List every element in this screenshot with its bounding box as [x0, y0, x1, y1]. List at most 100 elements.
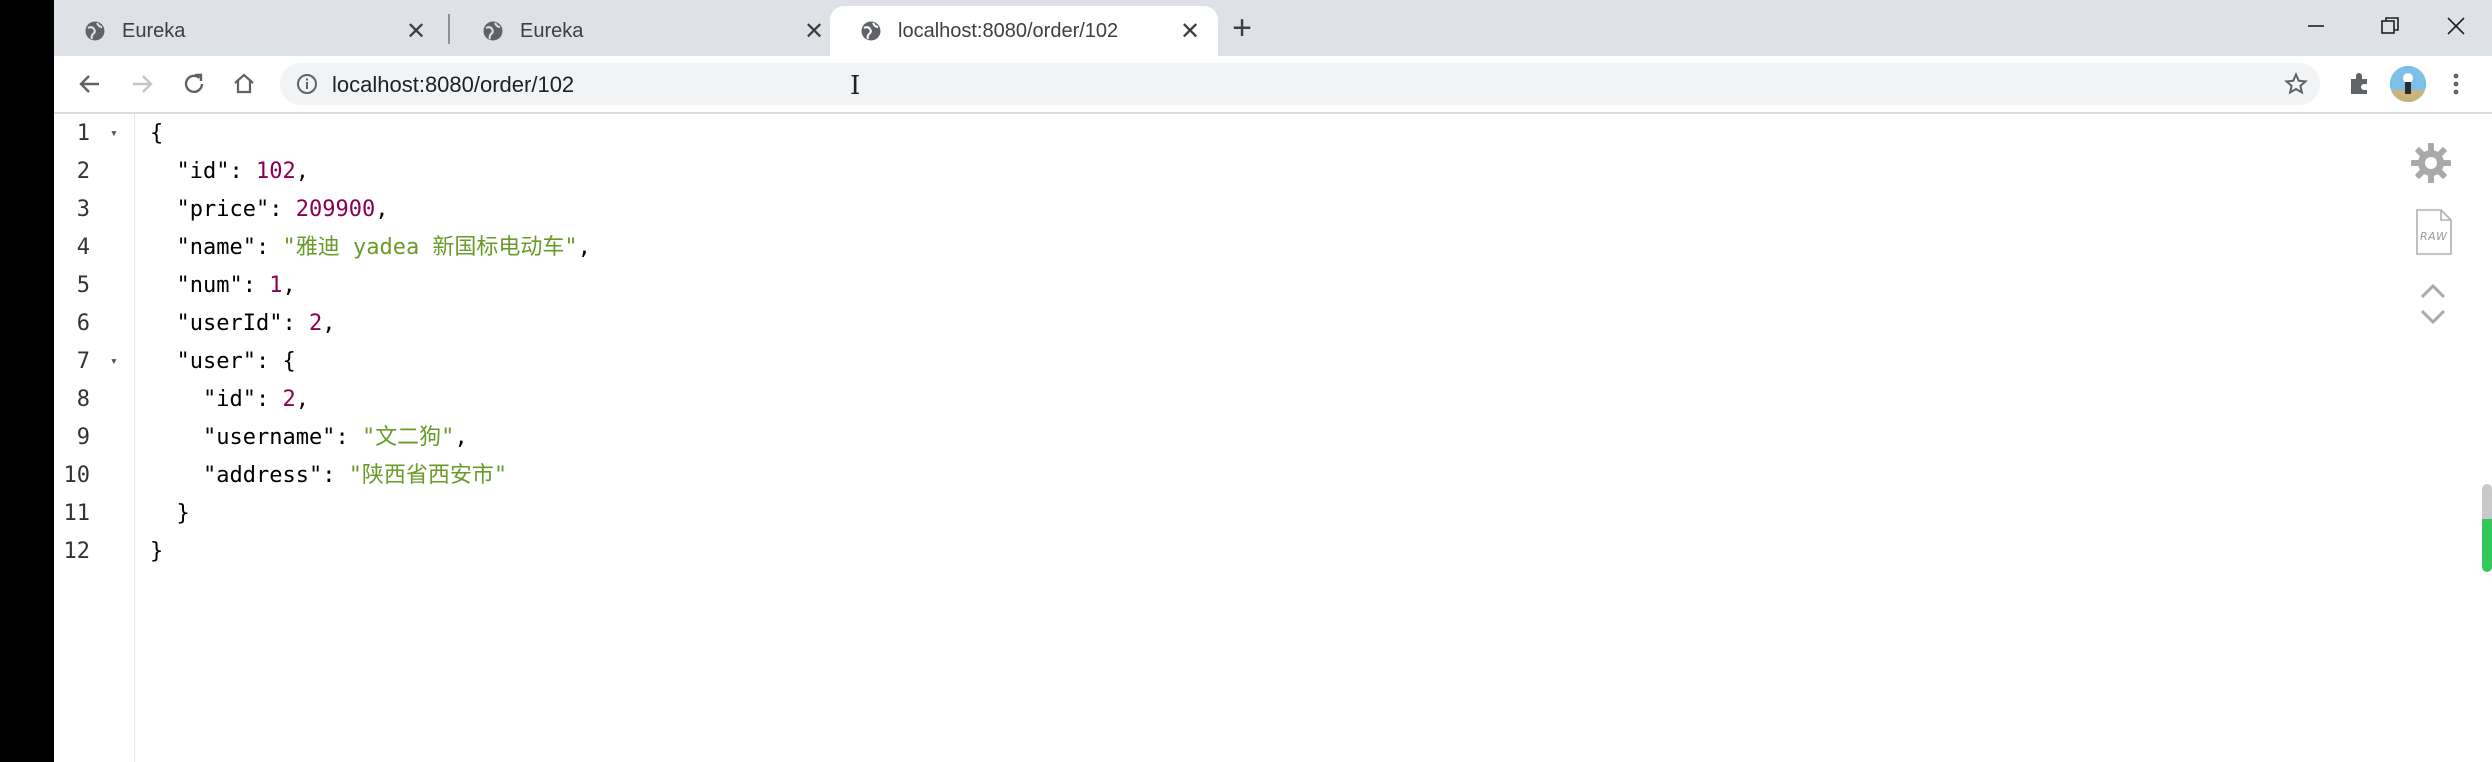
close-tab-icon[interactable]: ✕ — [1176, 17, 1204, 45]
code-line: 5 "num": 1, — [54, 267, 2354, 305]
json-string: "文二狗" — [361, 425, 455, 450]
json-key: "username" — [150, 425, 336, 450]
tab-strip: Eureka ✕ Eureka ✕ localhost:8080/order/1… — [54, 0, 2492, 56]
tab-separator — [448, 14, 450, 44]
json-viewer: 1 ▾{2 "id": 102, 3 "price": 209900, 4 "name… — [54, 114, 2492, 762]
json-number: 209900 — [295, 197, 376, 222]
kebab-menu-icon[interactable] — [2442, 70, 2470, 98]
json-punctuation: : — [335, 425, 362, 450]
arrow-left-icon — [79, 75, 99, 93]
tab-title: Eureka — [122, 19, 186, 42]
minimize-icon — [2308, 25, 2324, 27]
json-key: "name" — [150, 235, 256, 260]
json-punctuation: : — [255, 235, 283, 260]
json-punctuation: : — [242, 273, 270, 298]
tab-eureka-1[interactable]: Eureka ✕ — [54, 6, 444, 56]
json-key: "id" — [150, 159, 230, 184]
globe-icon — [861, 21, 881, 41]
address-bar[interactable]: localhost:8080/order/102 I — [280, 63, 2320, 105]
close-icon — [2447, 17, 2465, 35]
line-number: 8 — [76, 387, 90, 412]
line-number: 5 — [76, 273, 90, 298]
tab-title: Eureka — [520, 19, 584, 42]
code-text: "id": 2, — [150, 381, 309, 419]
extensions-puzzle-icon[interactable] — [2346, 70, 2374, 98]
code-line: 10 "address": "陕西省西安市" — [54, 457, 2354, 495]
avatar-image — [2390, 66, 2426, 102]
code-line: 2 "id": 102, — [54, 153, 2354, 191]
json-key: "num" — [150, 273, 243, 298]
scrollbar-thumb[interactable] — [2482, 484, 2492, 572]
line-number: 2 — [76, 159, 90, 184]
collapse-up-icon[interactable] — [2418, 280, 2448, 302]
json-punctuation: , — [577, 235, 591, 260]
bookmark-star-icon[interactable] — [2284, 72, 2308, 96]
code-line: 12} — [54, 533, 2354, 571]
json-punctuation: , — [322, 311, 336, 336]
code-text: "price": 209900, — [150, 191, 388, 229]
code-text: "user": { — [150, 343, 296, 381]
line-number: 4 — [76, 235, 90, 260]
info-icon[interactable] — [296, 73, 318, 95]
json-punctuation: : — [322, 463, 349, 488]
close-tab-icon[interactable]: ✕ — [402, 17, 430, 45]
globe-icon — [85, 21, 105, 41]
json-punctuation: : — [255, 387, 283, 412]
code-line: 1 ▾ { — [54, 115, 2354, 153]
json-punctuation: , — [295, 387, 309, 412]
line-number: 11 — [63, 501, 91, 526]
line-number: 6 — [76, 311, 90, 336]
url-text[interactable]: localhost:8080/order/102 — [332, 72, 574, 98]
reload-button[interactable] — [176, 66, 212, 102]
globe-icon — [483, 21, 503, 41]
json-string: "陕西省西安市" — [348, 463, 508, 488]
line-number: 9 — [76, 425, 90, 450]
json-key: "userId" — [150, 311, 283, 336]
line-number: 10 — [63, 463, 91, 488]
json-number: 1 — [269, 273, 283, 298]
json-punctuation: : { — [255, 349, 296, 374]
code-text: "username": "文二狗", — [150, 419, 468, 457]
code-text: } — [150, 533, 163, 571]
code-line: 6 "userId": 2, — [54, 305, 2354, 343]
tab-eureka-2[interactable]: Eureka ✕ — [452, 6, 842, 56]
json-punctuation: : — [269, 197, 296, 222]
json-punctuation: , — [295, 159, 309, 184]
restore-button[interactable] — [2360, 6, 2420, 46]
back-button[interactable] — [72, 66, 108, 102]
json-key: "id" — [150, 387, 256, 412]
line-number: 12 — [63, 539, 91, 564]
close-tab-icon[interactable]: ✕ — [800, 17, 828, 45]
text-cursor-icon: I — [850, 71, 861, 101]
json-number: 2 — [282, 387, 296, 412]
expand-down-icon[interactable] — [2418, 306, 2448, 328]
fold-toggle-icon[interactable]: ▾ — [110, 343, 118, 381]
restore-icon — [2381, 17, 2399, 34]
json-number: 102 — [255, 159, 296, 184]
profile-avatar[interactable] — [2390, 66, 2426, 102]
settings-gear-icon[interactable] — [2408, 140, 2454, 186]
raw-label: RAW — [2420, 230, 2448, 243]
code-text: { — [150, 115, 163, 153]
tab-localhost-order[interactable]: localhost:8080/order/102 ✕ — [830, 6, 1218, 56]
line-number: 1 — [76, 121, 90, 146]
home-button[interactable] — [226, 66, 262, 102]
json-number: 2 — [308, 311, 323, 336]
raw-view-button[interactable]: RAW — [2414, 208, 2454, 256]
code-text: "id": 102, — [150, 153, 309, 191]
minimize-button[interactable] — [2286, 6, 2346, 46]
browser-window: Eureka ✕ Eureka ✕ localhost:8080/order/1… — [54, 0, 2492, 762]
code-text: } — [150, 495, 190, 533]
close-window-button[interactable] — [2426, 6, 2486, 46]
code-line: 11 } — [54, 495, 2354, 533]
new-tab-button[interactable]: + — [1224, 9, 1260, 47]
forward-button[interactable] — [124, 66, 160, 102]
code-line: 4 "name": "雅迪 yadea 新国标电动车", — [54, 229, 2354, 267]
json-punctuation: , — [282, 273, 296, 298]
code-line: 9 "username": "文二狗", — [54, 419, 2354, 457]
json-key: "user" — [150, 349, 256, 374]
code-text: "num": 1, — [150, 267, 296, 305]
json-punctuation: { — [150, 121, 164, 146]
json-punctuation: } — [150, 501, 190, 526]
fold-toggle-icon[interactable]: ▾ — [110, 115, 118, 153]
